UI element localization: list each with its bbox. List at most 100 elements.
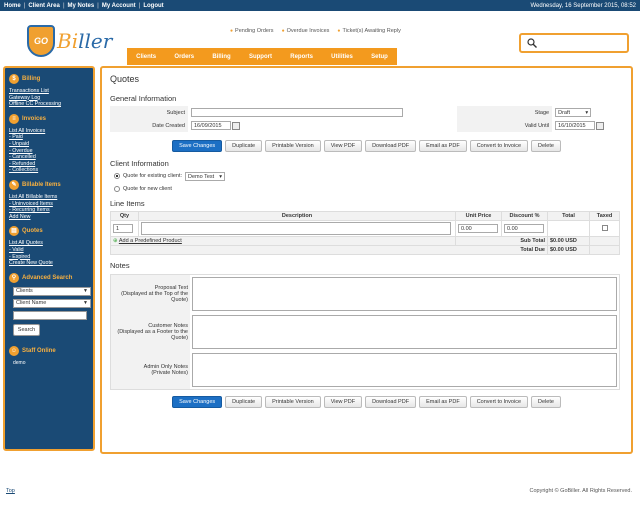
sidebar-link[interactable]: - Paid [9,134,89,141]
printable-version-button[interactable]: Printable Version [265,396,321,408]
notes-table: Proposal Text (Displayed at the Top of t… [110,274,620,390]
sidebar-link[interactable]: List All Billable Items [9,194,89,201]
col-qty: Qty [110,211,139,221]
sidebar-link[interactable]: Create New Quote [9,260,89,267]
alert-overdue-invoices[interactable]: Overdue Invoices [282,28,330,34]
sidebar-link[interactable]: - Refunded [9,161,89,168]
sidebar-link[interactable]: Add New [9,214,89,221]
billable-icon: ✎ [9,179,19,190]
sidebar-link[interactable]: Transactions List [9,88,89,95]
nav-setup[interactable]: Setup [371,54,388,60]
staff-user: demo [13,359,26,366]
alert-tickets[interactable]: Ticket(s) Awaiting Reply [337,28,400,34]
sidebar-link[interactable]: - Recurring Items [9,207,89,214]
sidebar-staff-online: ☺ Staff Online demo [9,345,89,366]
printable-version-button[interactable]: Printable Version [265,140,321,152]
date-created-input[interactable]: 16/09/2015 [191,121,231,130]
current-date: Wednesday, 16 September 2015, 08:52 [530,2,636,9]
search-icon: ⚲ [9,272,19,283]
convert-invoice-button[interactable]: Convert to Invoice [469,140,529,152]
description-input[interactable] [141,222,451,235]
sidebar-heading: $ Billing [9,74,89,84]
sidebar-link[interactable]: - Cancelled [9,154,89,161]
subtotal-label: Sub Total [455,236,548,246]
separator: | [97,2,99,9]
download-pdf-button[interactable]: Download PDF [365,140,417,152]
qty-input[interactable]: 1 [113,224,133,233]
nav-support[interactable]: Support [249,54,272,60]
top-link-logout[interactable]: Logout [143,3,163,9]
email-pdf-button[interactable]: Email as PDF [419,140,467,152]
top-link-client-area[interactable]: Client Area [28,3,59,9]
search-type-select[interactable]: Clients ▼ [13,286,91,296]
stage-select[interactable]: Draft ▾ [555,108,592,117]
admin-notes-area[interactable] [192,353,617,387]
discount-input[interactable]: 0.00 [504,224,544,233]
sidebar-billable: ✎ Billable Items List All Billable Items … [9,179,89,221]
save-button[interactable]: Save Changes [172,396,223,408]
convert-invoice-button[interactable]: Convert to Invoice [469,396,529,408]
subject-input[interactable] [191,108,403,117]
sidebar-link[interactable]: Offline CC Processing [9,101,89,108]
footer: Top Copyright © GoBiller. All Rights Res… [0,484,640,500]
top-link-my-account[interactable]: My Account [102,3,136,9]
search-field-select[interactable]: Client Name ▼ [13,298,91,308]
search-icon [527,38,537,48]
calendar-icon[interactable] [232,121,240,130]
invoice-icon: ≡ [9,113,19,124]
radio-new-client[interactable]: Quote for new client [114,184,623,194]
top-link[interactable]: Top [6,488,15,494]
sidebar-link[interactable]: - Valid [9,247,89,254]
sidebar-link[interactable]: - Collections [9,167,89,174]
top-link-home[interactable]: Home [4,3,21,9]
sidebar-link[interactable]: - Expired [9,254,89,261]
nav-orders[interactable]: Orders [174,54,194,60]
subtotal-value: $0.00 USD [547,236,590,246]
sidebar-link[interactable]: List All Quotes [9,240,89,247]
save-button[interactable]: Save Changes [172,140,223,152]
customer-notes-area[interactable] [192,315,617,349]
delete-button[interactable]: Delete [531,140,561,152]
view-pdf-button[interactable]: View PDF [323,396,363,408]
sidebar-link[interactable]: - Unpaid [9,141,89,148]
download-pdf-button[interactable]: Download PDF [365,396,417,408]
chevron-down-icon: ▼ [83,300,88,307]
minimize-sidebar-link[interactable]: « Minimise Sidebar [9,512,50,517]
sidebar-link[interactable]: - Overdue [9,148,89,155]
view-pdf-button[interactable]: View PDF [323,140,363,152]
duplicate-button[interactable]: Duplicate [225,396,263,408]
search-input[interactable] [13,310,87,320]
proposal-text-area[interactable] [192,277,617,311]
delete-button[interactable]: Delete [531,396,561,408]
sidebar-link[interactable]: List All Invoices [9,128,89,135]
logo[interactable]: GO Biller [27,25,127,61]
top-links: Home | Client Area | My Notes | My Account |… [4,3,164,9]
sidebar-link[interactable]: - Uninvoiced Items [9,201,89,208]
nav-reports[interactable]: Reports [290,54,313,60]
valid-until-input[interactable]: 16/10/2015 [555,121,596,130]
general-info-heading: General Information [110,94,177,103]
taxed-checkbox[interactable] [601,224,608,231]
customer-notes-label: Customer Notes (Displayed as a Footer to… [110,313,190,351]
add-product-link[interactable]: Add a Predefined Product [119,238,182,244]
top-link-my-notes[interactable]: My Notes [68,3,95,9]
plus-icon: ⊕ [113,238,118,244]
radio-icon[interactable] [114,173,120,179]
client-select[interactable]: Demo Test ▾ [185,171,226,181]
alert-pending-orders[interactable]: Pending Orders [230,28,274,34]
duplicate-button[interactable]: Duplicate [225,140,263,152]
radio-icon[interactable] [114,186,120,192]
table-row: 1 0.00 0.00 [110,220,620,237]
sidebar-link[interactable]: Gateway Log [9,95,89,102]
email-pdf-button[interactable]: Email as PDF [419,396,467,408]
col-total: Total [547,211,590,221]
unit-price-input[interactable]: 0.00 [458,224,498,233]
nav-utilities[interactable]: Utilities [331,54,353,60]
radio-existing-client[interactable]: Quote for existing client: Demo Test ▾ [114,171,623,181]
search-button[interactable]: Search [13,323,40,336]
header-search-box[interactable] [519,33,629,53]
calendar-icon[interactable] [596,121,605,130]
nav-clients[interactable]: Clients [136,54,156,60]
nav-billing[interactable]: Billing [212,54,230,60]
copyright: Copyright © GoBiller. All Rights Reserve… [529,488,632,494]
